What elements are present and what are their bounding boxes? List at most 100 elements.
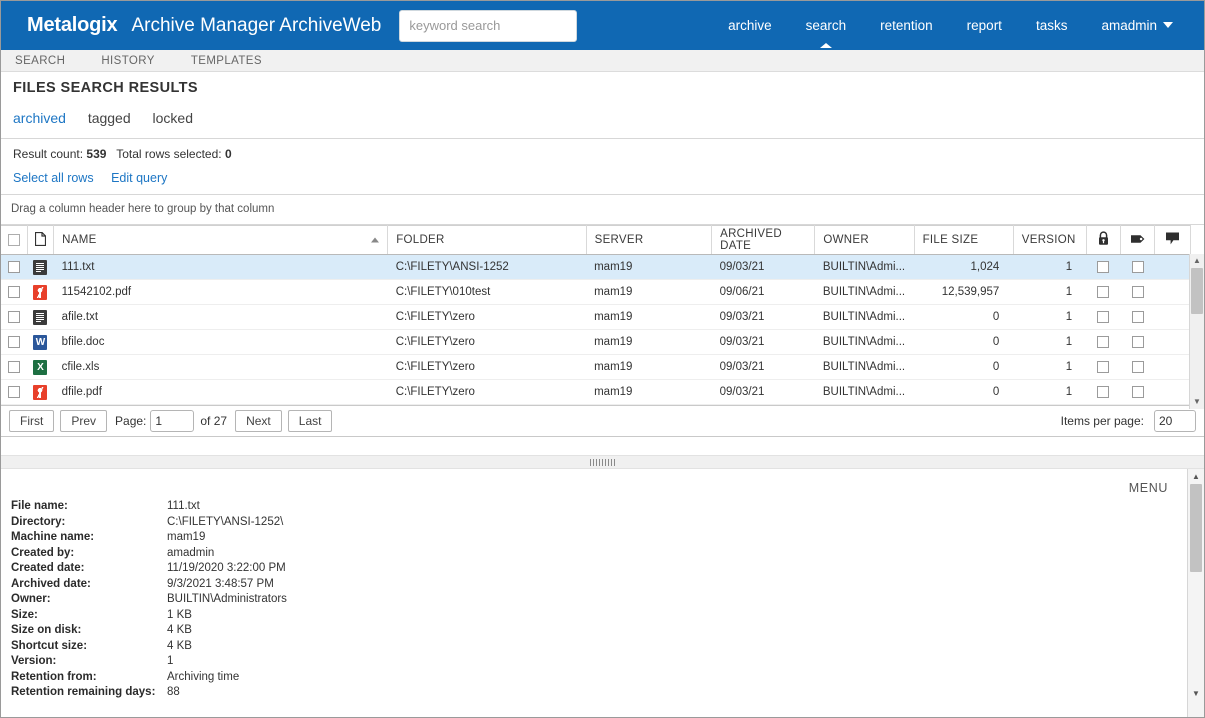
row-locked-cell[interactable]	[1086, 279, 1121, 305]
details-menu-button[interactable]: MENU	[1129, 481, 1168, 495]
tab-history[interactable]: HISTORY	[101, 55, 155, 67]
scrollbar-thumb[interactable]	[1190, 484, 1202, 572]
tagged-checkbox[interactable]	[1131, 360, 1144, 373]
row-name-cell[interactable]: 111.txt	[53, 254, 388, 280]
row-locked-cell[interactable]	[1086, 354, 1121, 380]
nav-item-retention[interactable]: retention	[863, 1, 950, 50]
column-header-filetype[interactable]	[27, 225, 55, 255]
row-select-cell[interactable]	[1, 254, 28, 280]
locked-checkbox[interactable]	[1097, 335, 1110, 348]
row-select-cell[interactable]	[1, 329, 28, 355]
column-header-locked[interactable]	[1086, 225, 1122, 255]
column-header-folder[interactable]: FOLDER	[387, 225, 587, 255]
nav-item-search[interactable]: search	[789, 1, 864, 50]
prev-page-button[interactable]: Prev	[60, 410, 108, 432]
row-checkbox[interactable]	[8, 360, 21, 373]
detail-row: Directory: C:\FILETY\ANSI-1252\	[11, 515, 287, 531]
column-header-version[interactable]: VERSION	[1013, 225, 1087, 255]
column-header-owner[interactable]: OWNER	[814, 225, 915, 255]
search-input[interactable]	[399, 9, 578, 42]
tagged-checkbox[interactable]	[1131, 385, 1144, 398]
row-select-cell[interactable]	[1, 304, 28, 330]
scrollbar-thumb[interactable]	[1191, 268, 1203, 314]
row-select-cell[interactable]	[1, 379, 28, 405]
row-checkbox[interactable]	[8, 335, 21, 348]
scroll-down-arrow-icon[interactable]: ▼	[1188, 686, 1204, 701]
row-name-cell[interactable]: afile.txt	[53, 304, 388, 330]
row-checkbox[interactable]	[8, 260, 21, 273]
filter-archived[interactable]: archived	[13, 110, 66, 126]
row-comment-cell	[1154, 304, 1191, 330]
nav-item-report[interactable]: report	[950, 1, 1019, 50]
tagged-checkbox[interactable]	[1131, 260, 1144, 273]
row-tagged-cell[interactable]	[1120, 279, 1155, 305]
row-checkbox[interactable]	[8, 310, 21, 323]
last-page-button[interactable]: Last	[287, 410, 333, 432]
detail-label: Directory:	[11, 515, 66, 528]
tagged-checkbox[interactable]	[1131, 310, 1144, 323]
nav-item-archive[interactable]: archive	[711, 1, 789, 50]
details-vertical-scrollbar[interactable]: ▲ ▼	[1187, 469, 1204, 717]
locked-checkbox[interactable]	[1097, 285, 1110, 298]
tagged-checkbox[interactable]	[1131, 335, 1144, 348]
column-header-file-size[interactable]: FILE SIZE	[914, 225, 1014, 255]
locked-checkbox[interactable]	[1097, 260, 1110, 273]
select-all-rows-link[interactable]: Select all rows	[13, 171, 94, 185]
tab-templates[interactable]: TEMPLATES	[191, 55, 262, 67]
scroll-up-arrow-icon[interactable]: ▲	[1188, 469, 1204, 484]
row-name-cell[interactable]: dfile.pdf	[53, 379, 388, 405]
column-header-server[interactable]: SERVER	[586, 225, 713, 255]
locked-checkbox[interactable]	[1097, 310, 1110, 323]
row-select-cell[interactable]	[1, 354, 28, 380]
detail-label: Created by:	[11, 546, 75, 559]
first-page-button[interactable]: First	[9, 410, 55, 432]
row-locked-cell[interactable]	[1086, 254, 1121, 280]
table-row[interactable]: afile.txt C:\FILETY\zero mam19 09/03/21 …	[1, 304, 1191, 330]
column-header-comment[interactable]	[1154, 225, 1191, 255]
row-tagged-cell[interactable]	[1120, 304, 1155, 330]
row-tagged-cell[interactable]	[1120, 254, 1155, 280]
row-tagged-cell[interactable]	[1120, 379, 1155, 405]
column-header-name[interactable]: NAME	[53, 225, 389, 255]
row-name-cell[interactable]: cfile.xls	[53, 354, 388, 380]
nav-item-user-menu[interactable]: amadmin	[1084, 1, 1190, 50]
scroll-down-arrow-icon[interactable]: ▼	[1190, 395, 1204, 409]
row-checkbox[interactable]	[8, 285, 21, 298]
row-select-cell[interactable]	[1, 279, 28, 305]
nav-item-tasks[interactable]: tasks	[1019, 1, 1085, 50]
table-row[interactable]: W bfile.doc C:\FILETY\zero mam19 09/03/2…	[1, 329, 1191, 355]
edit-query-link[interactable]: Edit query	[111, 171, 167, 185]
tab-search[interactable]: SEARCH	[15, 55, 65, 67]
locked-checkbox[interactable]	[1097, 385, 1110, 398]
table-row[interactable]: 11542102.pdf C:\FILETY\010test mam19 09/…	[1, 279, 1191, 305]
row-name-cell[interactable]: 11542102.pdf	[53, 279, 388, 305]
tagged-checkbox[interactable]	[1131, 285, 1144, 298]
row-checkbox[interactable]	[8, 385, 21, 398]
row-owner-cell: BUILTIN\Admi...	[814, 354, 915, 380]
items-per-page-input[interactable]	[1154, 410, 1196, 432]
row-tagged-cell[interactable]	[1120, 354, 1155, 380]
column-header-tagged[interactable]	[1120, 225, 1156, 255]
group-by-dropzone[interactable]: Drag a column header here to group by th…	[1, 195, 1204, 225]
filter-tagged[interactable]: tagged	[88, 110, 131, 126]
row-locked-cell[interactable]	[1086, 304, 1121, 330]
panel-splitter[interactable]	[1, 455, 1204, 469]
select-all-checkbox[interactable]	[7, 233, 20, 246]
filter-locked[interactable]: locked	[153, 110, 193, 126]
row-name-cell[interactable]: bfile.doc	[53, 329, 388, 355]
table-row[interactable]: dfile.pdf C:\FILETY\zero mam19 09/03/21 …	[1, 379, 1191, 405]
scroll-up-arrow-icon[interactable]: ▲	[1190, 254, 1204, 268]
row-locked-cell[interactable]	[1086, 329, 1121, 355]
column-header-select-all[interactable]	[1, 225, 28, 255]
splitter-grip-icon[interactable]	[589, 458, 616, 466]
page-number-input[interactable]	[150, 410, 195, 432]
column-header-archived-date[interactable]: ARCHIVED DATE	[711, 225, 816, 255]
row-tagged-cell[interactable]	[1120, 329, 1155, 355]
row-locked-cell[interactable]	[1086, 379, 1121, 405]
table-row[interactable]: X cfile.xls C:\FILETY\zero mam19 09/03/2…	[1, 354, 1191, 380]
grid-vertical-scrollbar[interactable]: ▲ ▼	[1189, 254, 1204, 409]
row-comment-cell	[1154, 279, 1191, 305]
next-page-button[interactable]: Next	[235, 410, 282, 432]
locked-checkbox[interactable]	[1097, 360, 1110, 373]
table-row[interactable]: 111.txt C:\FILETY\ANSI-1252 mam19 09/03/…	[1, 254, 1191, 280]
